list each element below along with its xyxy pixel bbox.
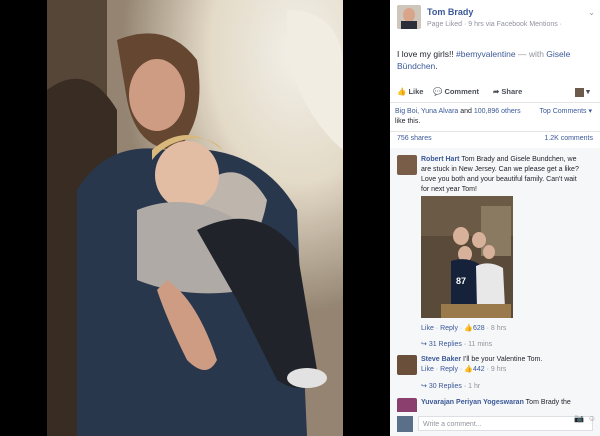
post-sidebar: Tom Brady Page Liked · 9 hrs via Faceboo…	[390, 0, 600, 436]
share-label: Share	[501, 87, 523, 96]
comment-author[interactable]: Steve Baker	[421, 356, 461, 363]
like-button[interactable]: 👍 Like	[397, 87, 423, 96]
liker-names[interactable]: Big Boi, Yuna Alvara	[395, 108, 458, 115]
comment-time[interactable]: 9 hrs	[491, 366, 507, 373]
divider	[390, 131, 600, 132]
reply-arrow-icon: ↪	[421, 383, 427, 390]
reply-arrow-icon: ↪	[421, 341, 427, 348]
comment-like-count[interactable]: 👍442	[464, 366, 484, 373]
like-label: Like	[408, 87, 424, 96]
mini-avatar-icon	[575, 87, 584, 97]
like-count: 442	[472, 366, 485, 373]
jersey-number: 87	[456, 276, 466, 286]
like-count: 628	[472, 325, 485, 332]
comment-reply-link[interactable]: Reply	[440, 325, 458, 332]
comment-button[interactable]: 💬 Comment	[433, 87, 479, 96]
top-comments-dropdown[interactable]: Top Comments ▾	[539, 107, 592, 115]
replies-time: 11 mins	[468, 341, 493, 348]
comment-body: Steve Baker I'll be your Valentine Tom. …	[421, 355, 583, 375]
comment-author[interactable]: Yuvarajan Periyan Yogeswaran	[421, 399, 524, 406]
comment-like-link[interactable]: Like	[421, 366, 434, 373]
post-meta: Page Liked · 9 hrs via Facebook Mentions…	[427, 21, 563, 28]
likes-summary: Big Boi, Yuna Alvara and 100,896 others …	[395, 107, 531, 127]
hashtag-link[interactable]: #bemyvalentine	[456, 49, 516, 59]
likes-tail: like this.	[395, 118, 421, 125]
photo-viewer	[0, 0, 390, 436]
comment-photo[interactable]: 87	[421, 196, 513, 318]
replies-link[interactable]: ↪ 30 Replies · 1 hr	[421, 382, 480, 390]
thumbs-up-icon: 👍	[397, 87, 407, 96]
comments-list: Robert Hart Tom Brady and Gisele Bundche…	[390, 148, 600, 436]
thumbs-up-icon: 👍	[464, 325, 473, 332]
comment-composer: Write a comment... 📷 ☺	[390, 412, 600, 436]
emoji-icon[interactable]: ☺	[588, 414, 596, 423]
with-label: — with	[515, 49, 547, 59]
comment-text: I'll be your Valentine Tom.	[461, 356, 543, 363]
post-author[interactable]: Tom Brady	[427, 7, 473, 17]
shares-count[interactable]: 756 shares	[397, 135, 432, 142]
post-text-body: I love my girls!!	[397, 49, 457, 59]
divider	[390, 102, 600, 103]
post-text: I love my girls!! #bemyvalentine — with …	[397, 48, 593, 72]
post-text-end: .	[435, 61, 438, 71]
avatar[interactable]	[397, 155, 417, 175]
comment-reply-link[interactable]: Reply	[440, 366, 458, 373]
comment-like-link[interactable]: Like	[421, 325, 434, 332]
likers-others[interactable]: 100,896 others	[474, 108, 521, 115]
comment-text: Tom Brady the	[523, 399, 571, 406]
comment-meta: Like · Reply · 👍628 · 8 hrs	[421, 325, 507, 332]
post-as-selector[interactable]: ▾	[575, 87, 590, 97]
comment-label: Comment	[444, 87, 480, 96]
share-button[interactable]: ➦ Share	[493, 87, 522, 96]
comment-author[interactable]: Robert Hart	[421, 156, 460, 163]
comment-like-count[interactable]: 👍628	[464, 325, 484, 332]
comment-input[interactable]: Write a comment...	[418, 416, 593, 431]
replies-link[interactable]: ↪ 31 Replies · 11 mins	[421, 340, 492, 348]
camera-icon[interactable]: 📷	[574, 414, 584, 423]
comment-meta: Like · Reply · 👍442 · 9 hrs	[421, 366, 507, 373]
comment-body: Yuvarajan Periyan Yogeswaran Tom Brady t…	[421, 398, 583, 408]
replies-time: 1 hr	[468, 383, 481, 390]
chevron-down-icon[interactable]: ⌄	[588, 8, 595, 17]
replies-count: 31 Replies	[428, 341, 462, 348]
comments-count[interactable]: 1.2K comments	[544, 135, 593, 142]
avatar	[397, 416, 413, 432]
avatar[interactable]	[397, 355, 417, 375]
comment-body: Robert Hart Tom Brady and Gisele Bundche…	[421, 155, 583, 195]
post-photo[interactable]	[47, 0, 343, 436]
thumbs-up-icon: 👍	[464, 366, 473, 373]
post-actions: 👍 Like 💬 Comment ➦ Share ▾	[397, 85, 595, 99]
comment-icon: 💬	[433, 87, 443, 96]
share-icon: ➦	[493, 87, 500, 96]
likes-and: and	[458, 108, 474, 115]
post-header: Tom Brady Page Liked · 9 hrs via Faceboo…	[397, 5, 595, 35]
comment-time[interactable]: 8 hrs	[491, 325, 507, 332]
page-avatar[interactable]	[397, 5, 421, 29]
post-counts: 756 shares 1.2K comments	[397, 135, 593, 142]
replies-count: 30 Replies	[428, 383, 462, 390]
